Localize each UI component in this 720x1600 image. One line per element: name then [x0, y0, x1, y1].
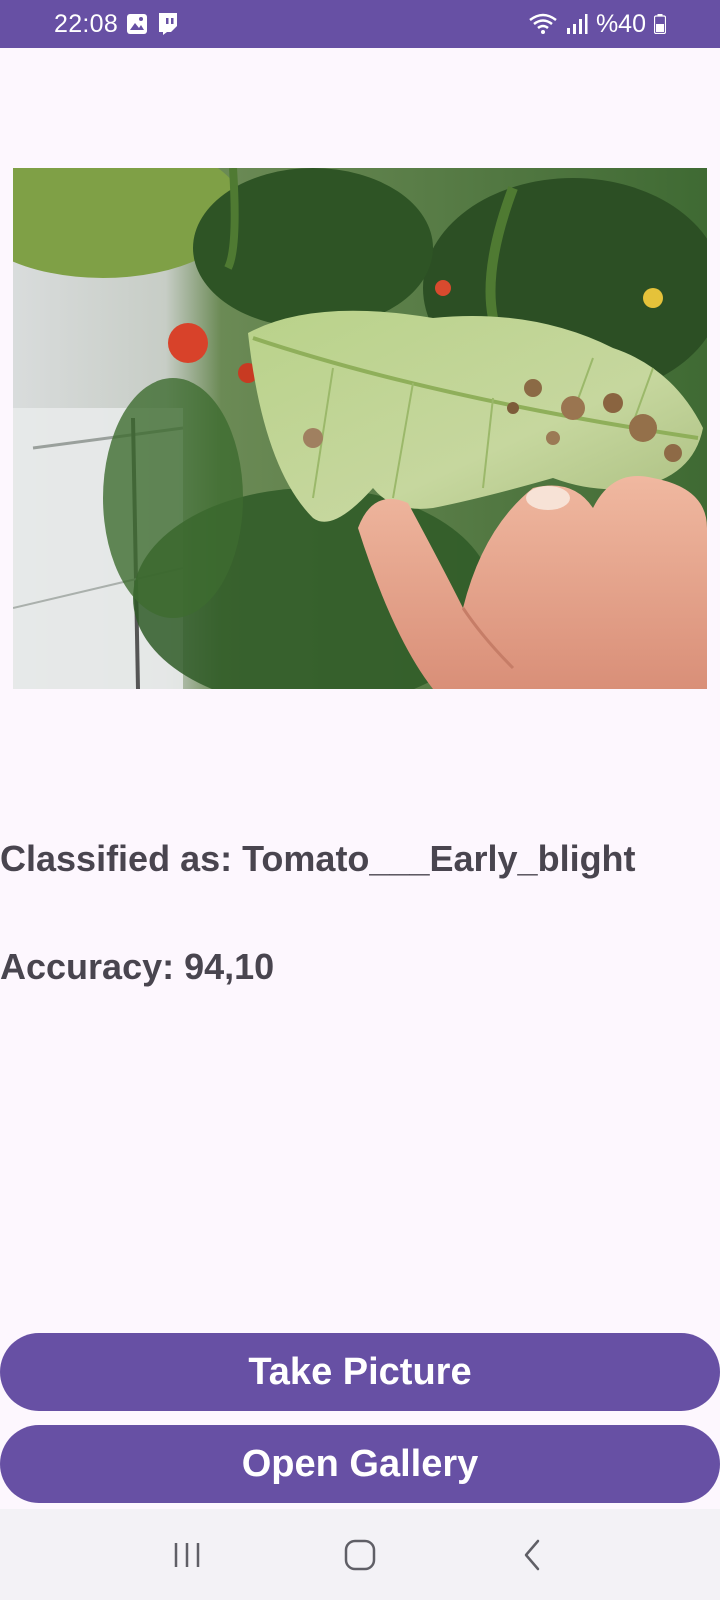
signal-icon [566, 13, 588, 35]
classification-result: Classified as: Tomato___Early_blight [0, 838, 636, 879]
status-left: 22:08 [54, 10, 178, 39]
gallery-icon [126, 13, 148, 35]
status-right: %40 [528, 10, 666, 39]
status-bar: 22:08 %40 [0, 0, 720, 48]
recent-apps-icon [174, 1542, 199, 1567]
wifi-icon [528, 12, 558, 36]
status-time: 22:08 [54, 9, 119, 38]
home-icon [344, 1539, 376, 1570]
open-gallery-button[interactable]: Open Gallery [0, 1425, 720, 1503]
twitch-icon [156, 12, 178, 36]
battery-icon [654, 14, 666, 34]
recent-apps-button[interactable] [157, 1525, 217, 1585]
classified-image [13, 168, 707, 689]
battery-percent: %40 [595, 9, 646, 38]
back-icon [525, 1539, 540, 1570]
home-button[interactable] [330, 1525, 390, 1585]
navigation-bar [0, 1509, 720, 1600]
accuracy-result: Accuracy: 94,10 [0, 946, 275, 987]
back-button[interactable] [503, 1525, 563, 1585]
take-picture-button[interactable]: Take Picture [0, 1333, 720, 1411]
tomato-leaf-photo [13, 168, 707, 689]
